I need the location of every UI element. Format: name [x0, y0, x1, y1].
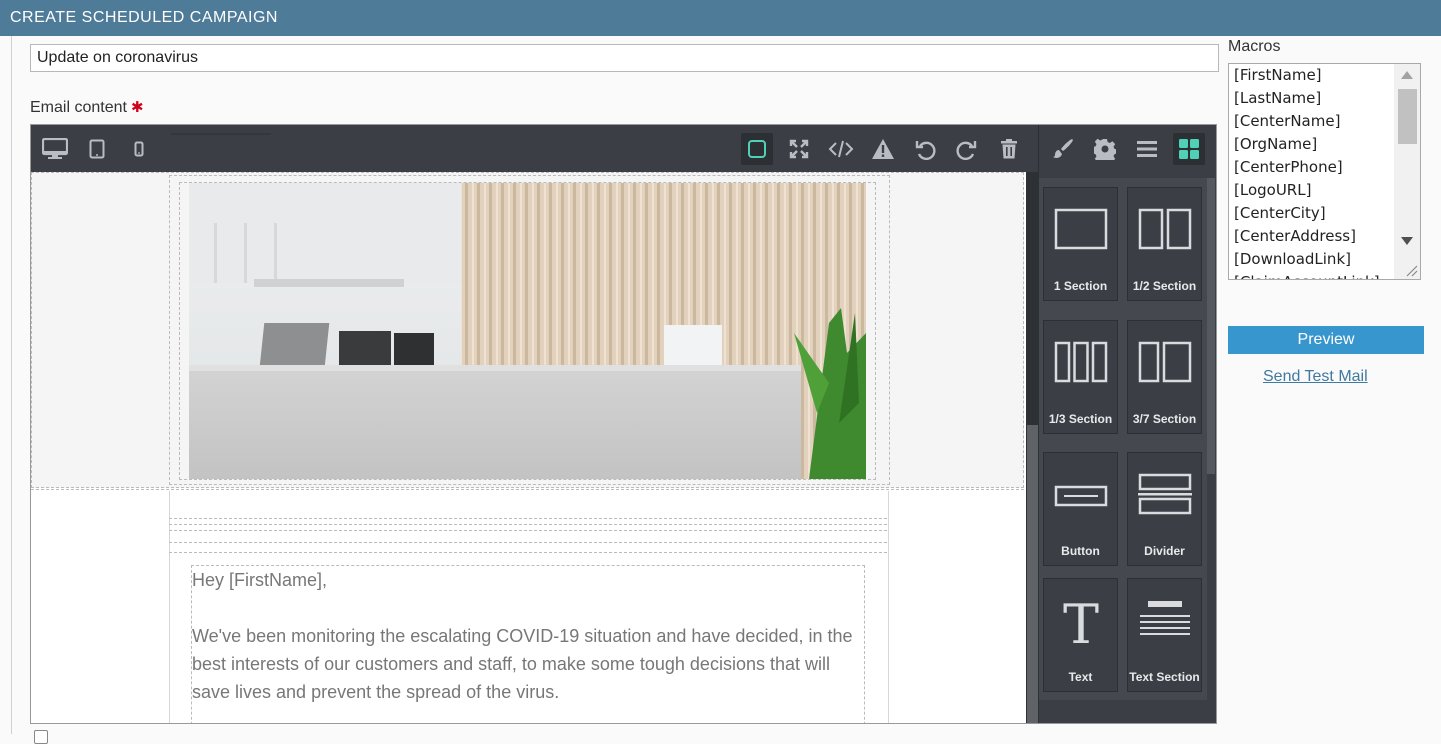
view-components-icon[interactable]: [741, 133, 773, 165]
divider-block-icon[interactable]: Divider: [1127, 452, 1202, 566]
macros-listbox[interactable]: [FirstName] [LastName] [CenterName] [Org…: [1228, 63, 1421, 280]
block-label: 3/7 Section: [1132, 412, 1197, 426]
editor-canvas[interactable]: Hey [FirstName], We've been monitoring t…: [31, 172, 1026, 723]
scroll-down-arrow-icon[interactable]: [1401, 237, 1413, 245]
macros-label: Macros: [1228, 38, 1281, 55]
mobile-icon[interactable]: [123, 133, 155, 165]
desktop-icon[interactable]: [39, 133, 71, 165]
macro-item[interactable]: [CenterCity]: [1229, 202, 1420, 225]
third-section-icon[interactable]: 1/3 Section: [1043, 320, 1118, 434]
block-label: 1 Section: [1053, 279, 1108, 293]
block-label: Text Section: [1129, 670, 1200, 684]
macros-scrollbar-thumb[interactable]: [1398, 89, 1417, 144]
spacer-line: [169, 542, 887, 543]
block-label: 1/2 Section: [1132, 279, 1197, 293]
toolbar-divider: [1038, 125, 1039, 172]
undo-icon[interactable]: [909, 133, 941, 165]
hero-image[interactable]: [189, 183, 866, 479]
style-manager-icon[interactable]: [1047, 133, 1079, 165]
three-seventh-section-icon[interactable]: 3/7 Section: [1127, 320, 1202, 434]
redo-icon[interactable]: [951, 133, 983, 165]
tablet-icon[interactable]: [81, 133, 113, 165]
subject-input[interactable]: [30, 44, 1219, 72]
half-section-icon[interactable]: 1/2 Section: [1127, 187, 1202, 301]
warning-icon[interactable]: [867, 133, 899, 165]
email-editor: Hey [FirstName], We've been monitoring t…: [30, 124, 1217, 724]
blocks-scrollbar[interactable]: [1207, 178, 1215, 474]
scroll-up-arrow-icon[interactable]: [1401, 71, 1413, 79]
spacer-line: [169, 552, 887, 553]
left-divider: [11, 36, 12, 734]
block-label: Text: [1068, 670, 1093, 684]
blocks-icon[interactable]: [1173, 133, 1205, 165]
macro-item[interactable]: [FirstName]: [1229, 64, 1420, 87]
block-label: 1/3 Section: [1048, 412, 1113, 426]
device-indicator: [171, 133, 271, 135]
fullscreen-icon[interactable]: [783, 133, 815, 165]
required-asterisk-icon: ✱: [130, 99, 144, 116]
macro-item[interactable]: [CenterPhone]: [1229, 156, 1420, 179]
text-block-icon[interactable]: T Text: [1043, 578, 1118, 692]
code-icon[interactable]: [825, 133, 857, 165]
resize-grip-icon[interactable]: [1404, 263, 1418, 277]
email-greeting: Hey [FirstName],: [192, 570, 328, 590]
macro-item[interactable]: [CenterAddress]: [1229, 225, 1420, 248]
macro-item[interactable]: [LogoURL]: [1229, 179, 1420, 202]
settings-icon[interactable]: [1089, 133, 1121, 165]
email-content-label-text: Email content: [30, 99, 127, 116]
spacer-line: [169, 530, 887, 531]
text-section-block-icon[interactable]: Text Section: [1127, 578, 1202, 692]
spacer-line: [169, 524, 887, 525]
email-text-block[interactable]: Hey [FirstName], We've been monitoring t…: [191, 565, 865, 723]
page-header: CREATE SCHEDULED CAMPAIGN: [0, 0, 1441, 36]
send-test-mail-link[interactable]: Send Test Mail: [1263, 368, 1368, 386]
macro-item[interactable]: [DownloadLink]: [1229, 248, 1420, 271]
macro-item[interactable]: [LastName]: [1229, 87, 1420, 110]
one-section-icon[interactable]: 1 Section: [1043, 187, 1118, 301]
svg-text:T: T: [1062, 599, 1098, 649]
button-block-icon[interactable]: Button: [1043, 452, 1118, 566]
trash-icon[interactable]: [993, 133, 1025, 165]
macro-item[interactable]: [ClaimAccountLink]: [1229, 271, 1420, 279]
checkbox[interactable]: [34, 730, 48, 744]
canvas-scrollbar-thumb[interactable]: [1027, 425, 1038, 723]
email-content-label: Email content ✱: [30, 98, 144, 117]
preview-button[interactable]: Preview: [1228, 326, 1424, 354]
layer-manager-icon[interactable]: [1131, 133, 1163, 165]
macro-item[interactable]: [OrgName]: [1229, 133, 1420, 156]
block-label: Button: [1061, 544, 1100, 558]
spacer-line: [169, 518, 887, 519]
email-paragraph: We've been monitoring the escalating COV…: [192, 626, 853, 702]
macro-item[interactable]: [CenterName]: [1229, 110, 1420, 133]
editor-toolbar: [31, 125, 1216, 172]
block-label: Divider: [1144, 544, 1185, 558]
